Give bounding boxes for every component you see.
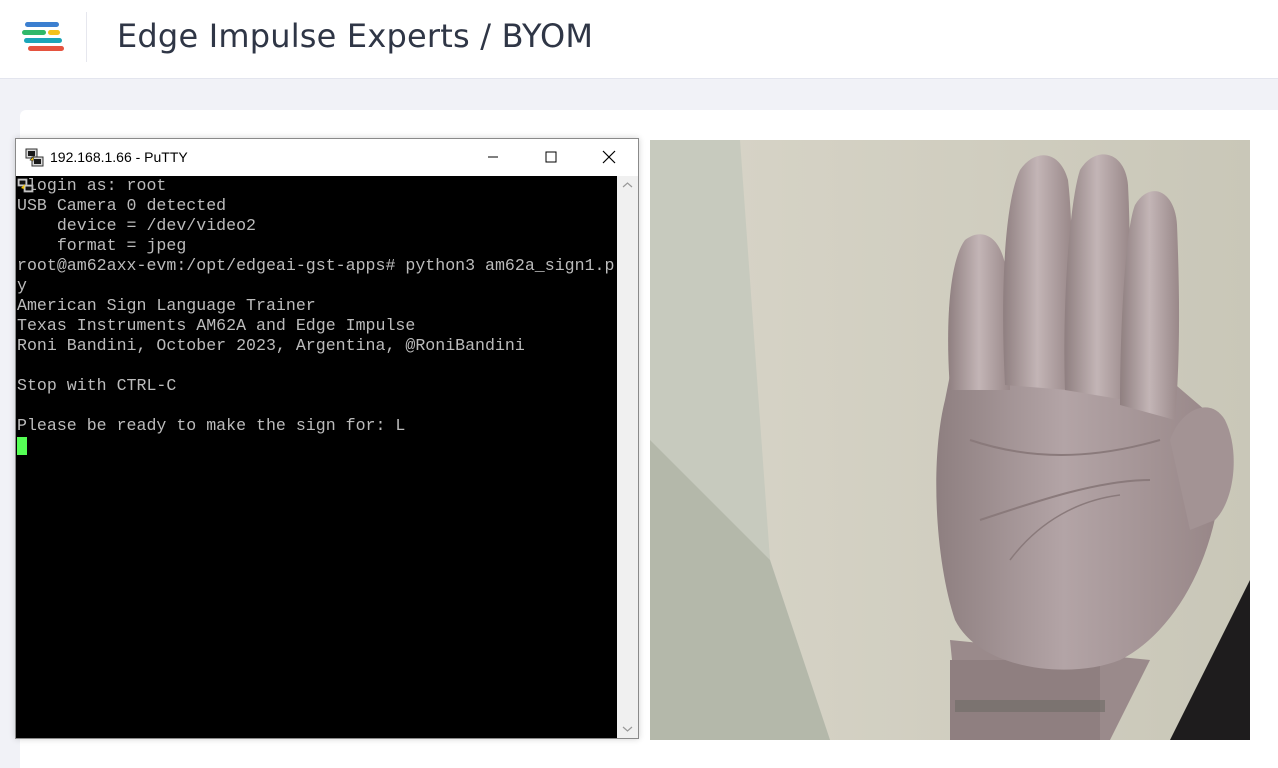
close-button[interactable]	[580, 139, 638, 175]
chevron-up-icon[interactable]	[617, 176, 638, 194]
window-title: 192.168.1.66 - PuTTY	[50, 149, 188, 165]
chevron-down-icon[interactable]	[617, 720, 638, 738]
edge-impulse-logo-icon[interactable]	[22, 21, 64, 51]
putty-window[interactable]: 192.168.1.66 - PuTTY login as: root USB …	[15, 138, 639, 739]
terminal-line: root@am62axx-evm:/opt/edgeai-gst-apps# p…	[17, 256, 615, 275]
hand-camera-image	[650, 140, 1250, 740]
terminal-line: Stop with CTRL-C	[17, 376, 177, 395]
terminal-line: y	[17, 276, 27, 295]
terminal-line: login as: root	[17, 176, 167, 195]
terminal-line: Roni Bandini, October 2023, Argentina, @…	[17, 336, 525, 355]
maximize-icon	[545, 151, 557, 163]
window-titlebar[interactable]: 192.168.1.66 - PuTTY	[16, 139, 638, 176]
app-header: Edge Impulse Experts / BYOM	[0, 0, 1278, 79]
camera-frame	[650, 140, 1250, 740]
terminal-scrollbar[interactable]	[617, 176, 638, 738]
terminal-line: USB Camera 0 detected	[17, 196, 227, 215]
putty-icon[interactable]	[25, 148, 45, 168]
terminal-cursor	[17, 437, 27, 455]
terminal-line: Texas Instruments AM62A and Edge Impulse	[17, 316, 416, 335]
minimize-icon	[488, 156, 498, 158]
page-title: Edge Impulse Experts / BYOM	[117, 17, 594, 55]
terminal-output[interactable]: login as: root USB Camera 0 detected dev…	[16, 176, 617, 738]
maximize-button[interactable]	[522, 139, 580, 175]
terminal-line: Please be ready to make the sign for: L	[17, 416, 406, 435]
terminal-line: format = jpeg	[17, 236, 187, 255]
header-divider	[86, 12, 87, 62]
minimize-button[interactable]	[464, 139, 522, 175]
close-icon	[602, 150, 616, 164]
terminal-line: American Sign Language Trainer	[17, 296, 316, 315]
terminal-line: device = /dev/video2	[17, 216, 256, 235]
